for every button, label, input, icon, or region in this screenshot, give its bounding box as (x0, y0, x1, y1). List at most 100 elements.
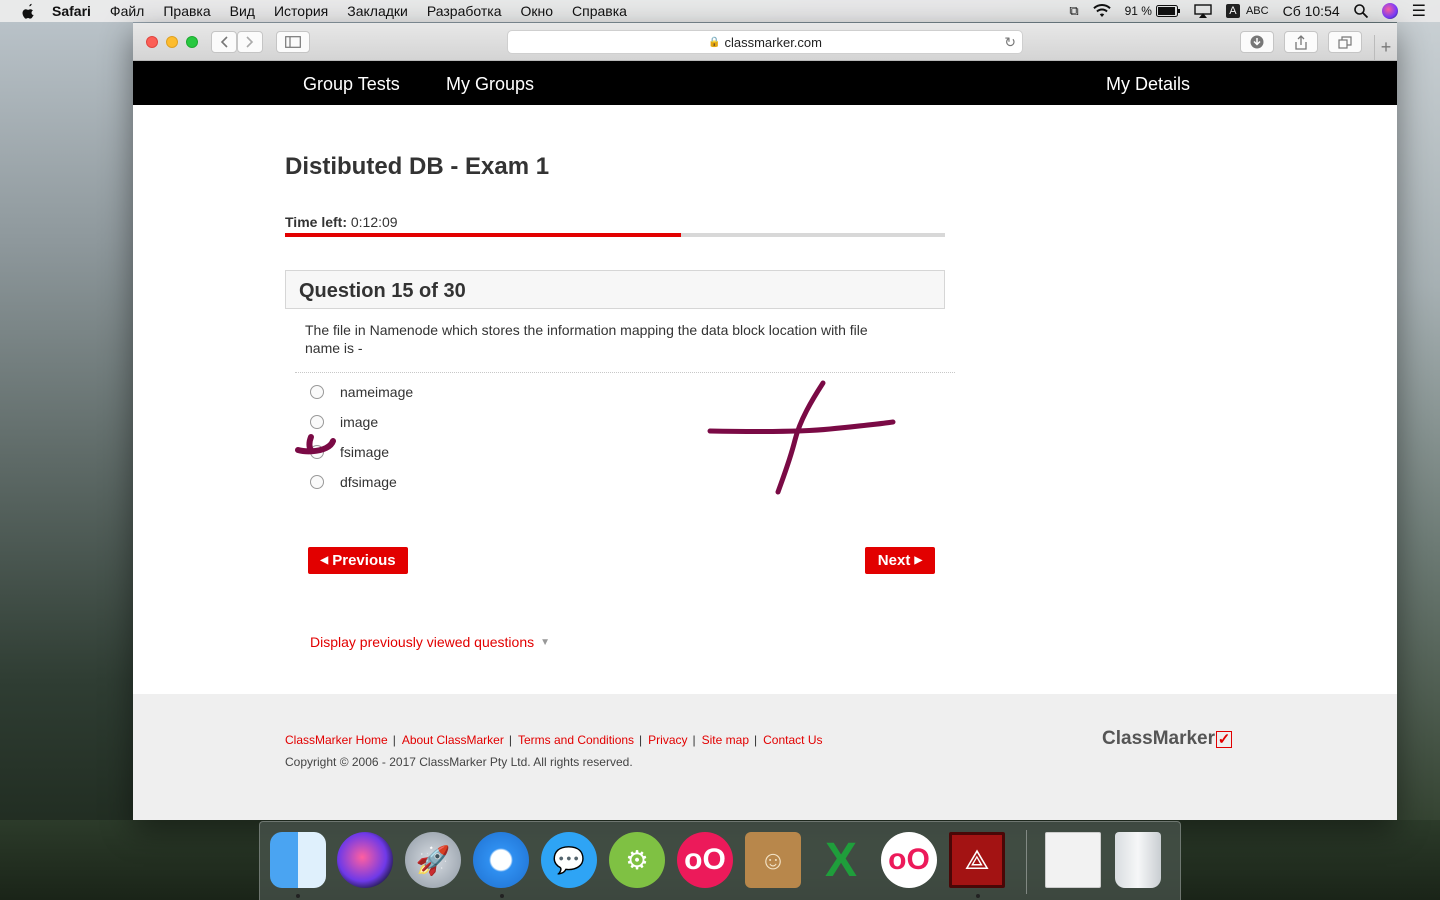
menu-bar: Safari Файл Правка Вид История Закладки … (0, 0, 1440, 22)
running-indicator (500, 894, 504, 898)
menu-edit[interactable]: Правка (163, 3, 210, 19)
menu-bookmarks[interactable]: Закладки (347, 3, 408, 19)
menu-view[interactable]: Вид (230, 3, 255, 19)
download-icon (1250, 35, 1264, 49)
site-footer: ClassMarker Home | About ClassMarker | Ter… (133, 694, 1397, 820)
footer-link-home[interactable]: ClassMarker Home (285, 733, 388, 747)
chevron-right-icon (246, 36, 254, 48)
messenger-icon[interactable]: 💬 (541, 832, 597, 888)
flickr-icon[interactable]: oO (677, 832, 733, 888)
desktop-wallpaper-left (0, 22, 133, 900)
footer-link-about[interactable]: About ClassMarker (402, 733, 504, 747)
answer-option-label: dfsimage (340, 474, 397, 490)
menu-develop[interactable]: Разработка (427, 3, 502, 19)
zoom-window-button[interactable] (186, 36, 198, 48)
flickr-icon[interactable]: oO (881, 832, 937, 888)
menu-file[interactable]: Файл (110, 3, 144, 19)
time-progress-fill (285, 233, 681, 237)
forward-button[interactable] (237, 31, 263, 53)
excel-icon[interactable]: X (813, 832, 869, 888)
answer-radio[interactable] (310, 415, 324, 429)
input-source-letter[interactable]: A (1225, 4, 1240, 18)
minimize-window-button[interactable] (166, 36, 178, 48)
safari-icon[interactable] (473, 832, 529, 888)
footer-link-sitemap[interactable]: Site map (702, 733, 749, 747)
chevron-left-icon (220, 36, 228, 48)
footer-link-privacy[interactable]: Privacy (648, 733, 687, 747)
time-left-label: Time left: (285, 214, 347, 230)
launchpad-icon[interactable]: 🚀 (405, 832, 461, 888)
nav-my-groups[interactable]: My Groups (446, 61, 534, 105)
wifi-icon[interactable] (1092, 4, 1111, 18)
reload-icon[interactable]: ↻ (1004, 34, 1016, 51)
screen-share-icon[interactable]: ⧉ (1069, 3, 1078, 19)
footer-link-contact[interactable]: Contact Us (763, 733, 822, 747)
question-header: Question 15 of 30 (285, 270, 945, 309)
tabs-overview-button[interactable] (1328, 31, 1362, 53)
answer-radio[interactable] (310, 475, 324, 489)
previous-button-label: Previous (332, 552, 396, 569)
battery-percent: 91 % (1124, 4, 1152, 18)
caret-down-icon: ▼ (540, 636, 551, 648)
apple-icon[interactable] (20, 3, 38, 19)
answer-option[interactable]: fsimage (310, 442, 389, 462)
menu-history[interactable]: История (274, 3, 328, 19)
menu-help[interactable]: Справка (572, 3, 627, 19)
close-window-button[interactable] (146, 36, 158, 48)
question-text: The file in Namenode which stores the in… (305, 322, 868, 356)
nav-group-tests[interactable]: Group Tests (303, 61, 400, 105)
new-tab-button[interactable]: + (1374, 35, 1397, 61)
checkmark-icon: ✓ (1216, 730, 1233, 748)
previously-viewed-link[interactable]: Display previously viewed questions ▼ (310, 634, 550, 650)
next-button[interactable]: Next ▶ (865, 547, 935, 574)
classmarker-logo[interactable]: ClassMarker ✓ (1102, 728, 1233, 750)
browser-toolbar: 🔒 classmarker.com ↻ + (133, 23, 1397, 61)
running-indicator (296, 894, 300, 898)
next-button-label: Next (877, 552, 911, 569)
caret-right-icon: ▶ (914, 555, 923, 566)
desktop-wallpaper-right (1397, 22, 1440, 900)
share-button[interactable] (1284, 31, 1318, 53)
answer-option[interactable]: image (310, 412, 378, 432)
address-bar[interactable]: 🔒 classmarker.com ↻ (507, 30, 1023, 54)
footer-links: ClassMarker Home | About ClassMarker | Ter… (285, 733, 823, 747)
nav-my-details[interactable]: My Details (1106, 61, 1190, 105)
answer-option-label: fsimage (340, 444, 390, 460)
footer-link-terms[interactable]: Terms and Conditions (518, 733, 634, 747)
siri-menu-icon[interactable] (1381, 3, 1398, 19)
notification-center-icon[interactable]: ☰ (1412, 1, 1426, 21)
tabs-icon (1338, 35, 1352, 49)
menu-window[interactable]: Окно (520, 3, 553, 19)
answer-option[interactable]: nameimage (310, 382, 413, 402)
acrobat-icon[interactable]: ⟁ (949, 832, 1005, 888)
back-button[interactable] (211, 31, 237, 53)
siri-icon[interactable] (337, 832, 393, 888)
battery-icon[interactable] (1155, 5, 1180, 17)
menu-app-name[interactable]: Safari (52, 3, 91, 19)
sidebar-toggle-button[interactable] (276, 31, 310, 53)
previously-viewed-label: Display previously viewed questions (310, 634, 535, 650)
exam-title: Distibuted DB - Exam 1 (285, 153, 550, 180)
previous-button[interactable]: ◀ Previous (308, 547, 408, 574)
downloads-button[interactable] (1240, 31, 1274, 53)
answer-radio[interactable] (310, 385, 324, 399)
lock-icon: 🔒 (708, 36, 721, 48)
answer-option[interactable]: dfsimage (310, 472, 397, 492)
logo-text: ClassMarker (1102, 728, 1216, 749)
sidebar-icon (285, 36, 301, 48)
spotlight-search-icon[interactable] (1353, 4, 1368, 18)
address-bar-url: classmarker.com (724, 34, 822, 50)
finder-icon[interactable] (270, 832, 326, 888)
android-studio-icon[interactable]: ⚙ (609, 832, 665, 888)
menu-clock[interactable]: Сб 10:54 (1283, 3, 1340, 19)
dock: 🚀 💬 ⚙ oO ☺ X oO ⟁ (259, 821, 1181, 900)
contacts-icon[interactable]: ☺ (745, 832, 801, 888)
trash-icon[interactable] (1115, 832, 1161, 888)
input-source-label[interactable]: ABC (1246, 5, 1269, 17)
question-number: Question 15 of 30 (299, 280, 466, 302)
question-divider (295, 372, 955, 373)
answer-radio[interactable] (310, 445, 324, 459)
airplay-icon[interactable] (1194, 4, 1212, 18)
answer-option-label: nameimage (340, 384, 414, 400)
downloads-stack-icon[interactable] (1045, 832, 1101, 888)
